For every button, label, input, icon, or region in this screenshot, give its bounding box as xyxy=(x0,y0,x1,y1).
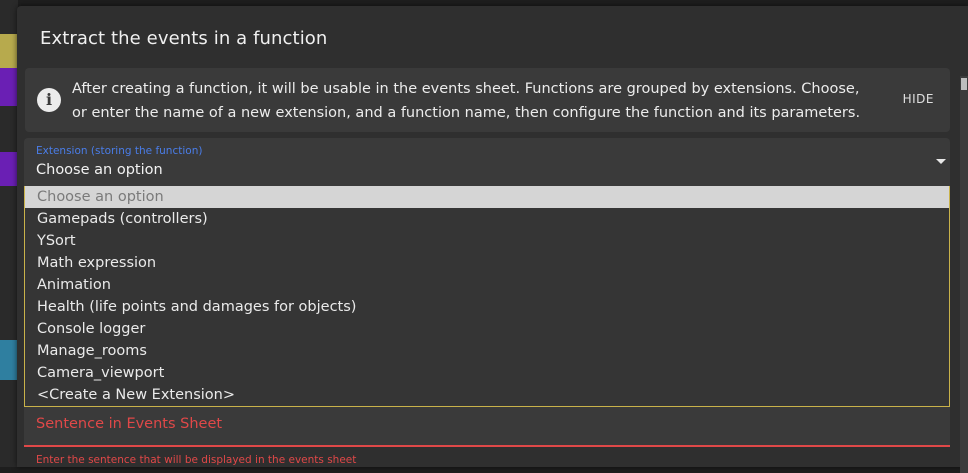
sentence-input-label: Sentence in Events Sheet xyxy=(36,416,223,432)
dropdown-option-manage-rooms[interactable]: Manage_rooms xyxy=(25,340,949,362)
background-panel xyxy=(0,106,18,152)
dropdown-option-health[interactable]: Health (life points and damages for obje… xyxy=(25,296,949,318)
sentence-helper-text: Enter the sentence that will be displaye… xyxy=(36,454,357,466)
dropdown-option-choose[interactable]: Choose an option xyxy=(25,186,949,208)
background-panel xyxy=(0,380,18,467)
info-icon: i xyxy=(37,88,61,112)
hide-button[interactable]: HIDE xyxy=(903,92,934,106)
extension-select[interactable]: Extension (storing the function) Choose … xyxy=(24,138,950,188)
background-event-block xyxy=(0,340,18,380)
background-event-block xyxy=(0,34,18,68)
extract-function-dialog: Extract the events in a function i After… xyxy=(17,6,968,473)
caret-down-icon[interactable] xyxy=(936,159,946,164)
dialog-title: Extract the events in a function xyxy=(40,28,328,49)
info-alert: i After creating a function, it will be … xyxy=(25,68,950,132)
background-panel xyxy=(0,186,18,340)
extension-select-value: Choose an option xyxy=(36,162,163,178)
dropdown-option-create-new-extension[interactable]: <Create a New Extension> xyxy=(25,384,949,406)
dropdown-option-ysort[interactable]: YSort xyxy=(25,230,949,252)
dropdown-option-gamepads[interactable]: Gamepads (controllers) xyxy=(25,208,949,230)
extension-select-label: Extension (storing the function) xyxy=(36,145,203,157)
extension-dropdown-list: Choose an option Gamepads (controllers) … xyxy=(24,186,950,407)
sentence-input[interactable]: Sentence in Events Sheet xyxy=(24,407,950,447)
scrollbar-thumb[interactable] xyxy=(961,78,967,90)
scrollbar-track[interactable] xyxy=(960,76,968,473)
dropdown-option-camera-viewport[interactable]: Camera_viewport xyxy=(25,362,949,384)
dropdown-option-animation[interactable]: Animation xyxy=(25,274,949,296)
dropdown-option-math-expression[interactable]: Math expression xyxy=(25,252,949,274)
info-text: After creating a function, it will be us… xyxy=(72,81,861,121)
background-panel xyxy=(0,0,18,34)
dropdown-option-console-logger[interactable]: Console logger xyxy=(25,318,949,340)
background-event-block xyxy=(0,152,18,186)
background-event-block xyxy=(0,68,18,106)
